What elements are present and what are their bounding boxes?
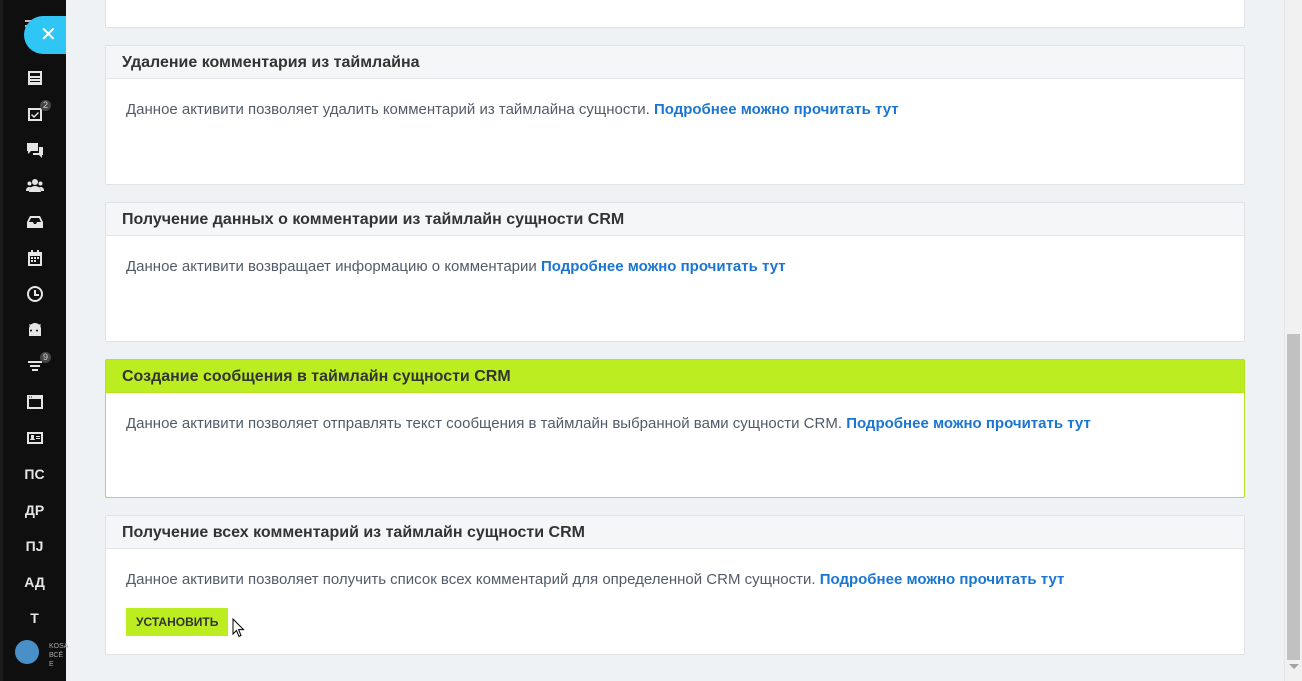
activity-card-title: Получение всех комментарий из таймлайн с… — [106, 516, 1244, 549]
sidebar-item-sites[interactable] — [3, 387, 66, 417]
activities-list: Удаление комментария из таймлайна Данное… — [66, 0, 1284, 681]
read-more-link[interactable]: Подробнее можно прочитать тут — [654, 101, 899, 118]
sidebar-item-label: ДР — [24, 502, 45, 518]
robot-icon — [28, 323, 41, 336]
read-more-link[interactable]: Подробнее можно прочитать тут — [541, 258, 786, 275]
activity-card: Удаление комментария из таймлайна Данное… — [105, 45, 1245, 185]
activity-card-title: Удаление комментария из таймлайна — [106, 46, 1244, 79]
install-button[interactable]: УСТАНОВИТЬ — [126, 608, 229, 636]
sidebar-item-contacts[interactable] — [3, 423, 66, 453]
sidebar-item-calendar[interactable] — [3, 243, 66, 273]
sidebar-item-news[interactable] — [3, 63, 66, 93]
activity-card-previous — [105, 0, 1245, 28]
chat-icon — [26, 143, 43, 158]
scrollbar-thumb[interactable] — [1287, 334, 1300, 660]
window-icon — [26, 395, 43, 409]
sidebar-item-filter[interactable]: 9 — [3, 351, 66, 381]
contact-card-icon — [26, 432, 43, 444]
sidebar-item-tasks[interactable]: 2 — [3, 99, 66, 129]
activity-description: Данное активити позволяет удалить коммен… — [126, 101, 650, 118]
read-more-link[interactable]: Подробнее можно прочитать тут — [846, 415, 1091, 432]
company-logo[interactable]: KOSA ВСЁ Е — [13, 638, 69, 668]
scroll-down-arrow-icon[interactable] — [1289, 664, 1299, 669]
mouse-cursor-icon — [232, 618, 245, 638]
close-slider-button[interactable]: ✕ — [24, 16, 66, 54]
calendar-icon — [27, 250, 42, 266]
activity-card: Получение всех комментарий из таймлайн с… — [105, 515, 1245, 655]
sidebar-item-pj[interactable]: ПJ — [3, 531, 66, 561]
activity-card-title: Получение данных о комментарии из таймла… — [106, 203, 1244, 236]
activity-card-body: Данное активити позволяет удалить коммен… — [106, 79, 1244, 119]
activity-card-body: Данное активити позволяет получить списо… — [106, 549, 1244, 636]
sidebar-item-time[interactable] — [3, 279, 66, 309]
clock-icon — [26, 286, 43, 302]
sidebar-item-robots[interactable] — [3, 315, 66, 345]
activity-description: Данное активити позволяет отправлять тек… — [126, 415, 843, 432]
sidebar-item-chat[interactable] — [3, 135, 66, 165]
sidebar-item-dr[interactable]: ДР — [3, 495, 66, 525]
filter-badge: 9 — [40, 352, 52, 363]
sidebar-item-label: ПС — [24, 466, 45, 482]
activity-card-body: Данное активити возвращает информацию о … — [106, 236, 1244, 276]
users-icon — [25, 179, 44, 192]
sidebar-item-t[interactable]: Т — [3, 603, 66, 633]
logo-icon — [15, 640, 39, 664]
sidebar-item-inbox[interactable] — [3, 207, 66, 237]
activity-description: Данное активити возвращает информацию о … — [126, 258, 537, 275]
activity-card-highlighted[interactable]: Создание сообщения в таймлайн сущности C… — [105, 359, 1245, 498]
sidebar-item-label: АД — [24, 574, 45, 590]
read-more-link[interactable]: Подробнее можно прочитать тут — [820, 571, 1065, 588]
inbox-icon — [26, 216, 43, 228]
activity-card-title: Создание сообщения в таймлайн сущности C… — [106, 360, 1244, 393]
activity-card: Получение данных о комментарии из таймла… — [105, 202, 1245, 342]
newspaper-icon — [27, 71, 42, 85]
activity-card-body: Данное активити позволяет отправлять тек… — [106, 393, 1244, 433]
left-sidebar: 2 9 ПС ДР ПJ АД Т KOSA ВСЁ Е — [3, 0, 69, 681]
activity-description: Данное активити позволяет получить списо… — [126, 571, 816, 588]
sidebar-item-ad[interactable]: АД — [3, 567, 66, 597]
sidebar-item-label: ПJ — [25, 538, 44, 554]
tasks-badge: 2 — [40, 100, 52, 111]
sidebar-item-users[interactable] — [3, 171, 66, 201]
close-icon: ✕ — [40, 24, 57, 46]
sidebar-item-ps[interactable]: ПС — [3, 459, 66, 489]
vertical-scrollbar[interactable] — [1284, 0, 1302, 681]
sidebar-item-label: Т — [30, 610, 39, 626]
